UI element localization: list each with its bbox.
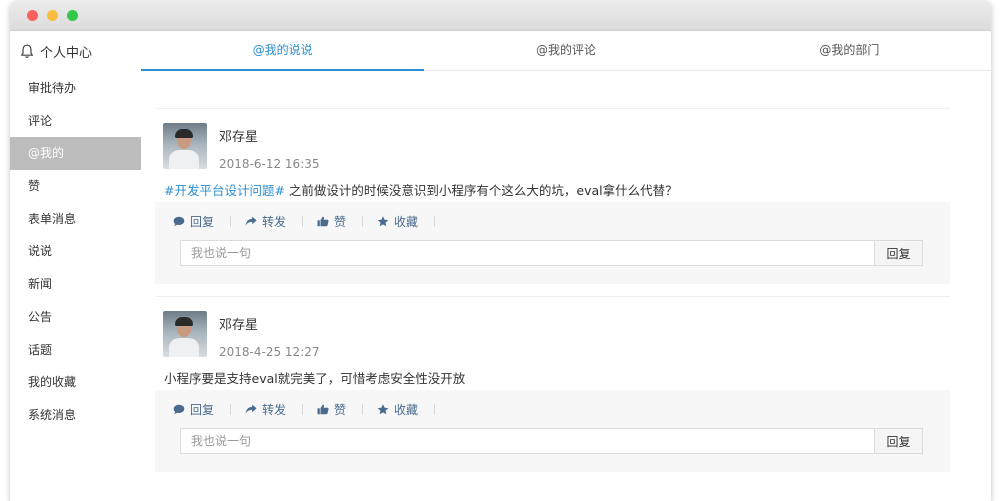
minimize-window-button[interactable] bbox=[47, 10, 58, 21]
forward-action-label: 转发 bbox=[262, 402, 287, 417]
post-card: 邓存星 2018-4-25 12:27 小程序要是支持eval就完美了，可惜考虑… bbox=[155, 296, 950, 472]
divider bbox=[362, 403, 364, 415]
sidebar-item-posts[interactable]: 说说 bbox=[10, 235, 141, 268]
post-feed: 邓存星 2018-6-12 16:35 #开发平台设计问题# 之前做设计的时候没… bbox=[155, 108, 950, 484]
sidebar-item-topics[interactable]: 话题 bbox=[10, 334, 141, 367]
sidebar-item-mentions[interactable]: @我的 bbox=[10, 137, 141, 171]
main-content: @我的说说 @我的评论 @我的部门 邓存星 2018-6-12 16:35 #开… bbox=[141, 31, 991, 501]
post-actions: 回复 转发 赞 收藏 bbox=[155, 202, 950, 240]
sidebar: 个人中心 审批待办 评论 @我的 赞 表单消息 说说 新闻 公告 话题 我的收藏… bbox=[10, 31, 141, 501]
sidebar-header: 个人中心 bbox=[10, 31, 141, 71]
comment-icon bbox=[173, 216, 185, 226]
forward-action-label: 转发 bbox=[262, 214, 287, 229]
forward-action[interactable]: 转发 bbox=[245, 401, 286, 418]
comment-icon bbox=[173, 404, 185, 414]
avatar[interactable] bbox=[163, 311, 207, 357]
maximize-window-button[interactable] bbox=[67, 10, 78, 21]
share-icon bbox=[245, 404, 257, 414]
share-icon bbox=[245, 216, 257, 226]
divider bbox=[362, 215, 364, 227]
star-icon bbox=[377, 215, 389, 226]
sidebar-item-approval[interactable]: 审批待办 bbox=[10, 72, 141, 105]
tab-bar: @我的说说 @我的评论 @我的部门 bbox=[141, 31, 991, 71]
reply-row: 回复 bbox=[180, 428, 923, 454]
sidebar-header-title: 个人中心 bbox=[40, 45, 93, 61]
tab-my-posts[interactable]: @我的说说 bbox=[141, 31, 425, 71]
sidebar-item-form-messages[interactable]: 表单消息 bbox=[10, 203, 141, 236]
sidebar-item-announcements[interactable]: 公告 bbox=[10, 301, 141, 334]
post-text: 之前做设计的时候没意识到小程序有个这么大的坑，eval拿什么代替？ bbox=[284, 183, 678, 198]
favorite-action-label: 收藏 bbox=[394, 402, 419, 417]
reply-action-label: 回复 bbox=[190, 214, 215, 229]
divider bbox=[434, 403, 436, 415]
thumbs-up-icon bbox=[317, 216, 329, 226]
post-author[interactable]: 邓存星 bbox=[219, 314, 320, 333]
post-time: 2018-4-25 12:27 bbox=[219, 345, 320, 359]
divider bbox=[230, 403, 232, 415]
post-text: 小程序要是支持eval就完美了，可惜考虑安全性没开放 bbox=[164, 371, 466, 386]
post-header: 邓存星 2018-4-25 12:27 bbox=[155, 297, 950, 359]
like-action-label: 赞 bbox=[334, 214, 347, 229]
reply-row: 回复 bbox=[180, 240, 923, 266]
close-window-button[interactable] bbox=[27, 10, 38, 21]
thumbs-up-icon bbox=[317, 404, 329, 414]
post-content: 小程序要是支持eval就完美了，可惜考虑安全性没开放 bbox=[155, 359, 950, 390]
bell-icon bbox=[20, 44, 34, 58]
reply-submit-button[interactable]: 回复 bbox=[874, 428, 923, 454]
favorite-action[interactable]: 收藏 bbox=[377, 401, 418, 418]
post-action-box: 回复 转发 赞 收藏 我也说一句 回复 bbox=[155, 390, 950, 472]
like-action-label: 赞 bbox=[334, 402, 347, 417]
post-meta: 邓存星 2018-4-25 12:27 bbox=[219, 311, 320, 359]
sidebar-menu: 审批待办 评论 @我的 赞 表单消息 说说 新闻 公告 话题 我的收藏 系统消息 bbox=[10, 72, 141, 432]
post-card: 邓存星 2018-6-12 16:35 #开发平台设计问题# 之前做设计的时候没… bbox=[155, 108, 950, 284]
post-meta: 邓存星 2018-6-12 16:35 bbox=[219, 123, 320, 171]
sidebar-item-likes[interactable]: 赞 bbox=[10, 170, 141, 203]
reply-action[interactable]: 回复 bbox=[173, 401, 214, 418]
post-action-box: 回复 转发 赞 收藏 我也说一句 回复 bbox=[155, 202, 950, 284]
reply-action-label: 回复 bbox=[190, 402, 215, 417]
post-time: 2018-6-12 16:35 bbox=[219, 157, 320, 171]
favorite-action[interactable]: 收藏 bbox=[377, 213, 418, 230]
like-action[interactable]: 赞 bbox=[317, 401, 346, 418]
like-action[interactable]: 赞 bbox=[317, 213, 346, 230]
divider bbox=[302, 215, 304, 227]
post-topic-link[interactable]: #开发平台设计问题# bbox=[164, 183, 285, 198]
post-author[interactable]: 邓存星 bbox=[219, 126, 320, 145]
divider bbox=[230, 215, 232, 227]
tab-my-department[interactable]: @我的部门 bbox=[708, 31, 991, 70]
app-window: 个人中心 审批待办 评论 @我的 赞 表单消息 说说 新闻 公告 话题 我的收藏… bbox=[10, 0, 991, 501]
avatar[interactable] bbox=[163, 123, 207, 169]
reply-input[interactable] bbox=[180, 428, 874, 454]
reply-action[interactable]: 回复 bbox=[173, 213, 214, 230]
tab-my-comments[interactable]: @我的评论 bbox=[424, 31, 707, 70]
reply-submit-button[interactable]: 回复 bbox=[874, 240, 923, 266]
sidebar-item-comments[interactable]: 评论 bbox=[10, 105, 141, 138]
sidebar-item-system-messages[interactable]: 系统消息 bbox=[10, 399, 141, 432]
window-titlebar bbox=[10, 0, 991, 31]
sidebar-item-favorites[interactable]: 我的收藏 bbox=[10, 366, 141, 399]
divider bbox=[302, 403, 304, 415]
post-content: #开发平台设计问题# 之前做设计的时候没意识到小程序有个这么大的坑，eval拿什… bbox=[155, 171, 950, 202]
sidebar-item-news[interactable]: 新闻 bbox=[10, 268, 141, 301]
post-actions: 回复 转发 赞 收藏 bbox=[155, 390, 950, 428]
reply-input[interactable] bbox=[180, 240, 874, 266]
favorite-action-label: 收藏 bbox=[394, 214, 419, 229]
forward-action[interactable]: 转发 bbox=[245, 213, 286, 230]
star-icon bbox=[377, 403, 389, 414]
post-header: 邓存星 2018-6-12 16:35 bbox=[155, 109, 950, 171]
divider bbox=[434, 215, 436, 227]
